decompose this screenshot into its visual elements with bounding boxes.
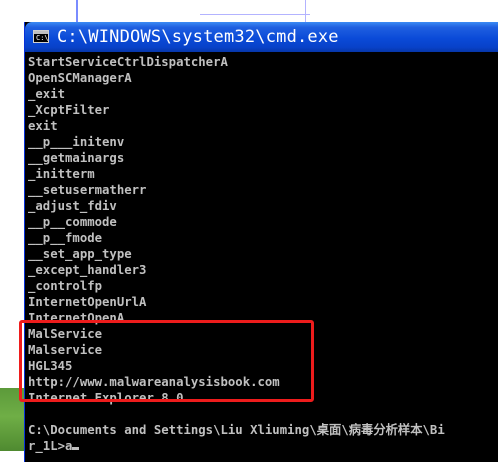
cmd-icon[interactable]: C:\ [33, 30, 49, 43]
title-bar[interactable]: C:\ C:\WINDOWS\system32\cmd.exe [25, 22, 498, 52]
console-line: __p__commode [28, 215, 117, 229]
console-line: _XcptFilter [28, 103, 110, 117]
console-line: __getmainargs [28, 151, 125, 165]
console-line: _adjust_fdiv [28, 199, 117, 213]
console-output[interactable]: StartServiceCtrlDispatcherA OpenSCManage… [28, 54, 498, 454]
console-line: _initterm [28, 167, 95, 181]
console-line: HGL345 [28, 359, 73, 373]
console-line: http://www.malwareanalysisbook.com [28, 375, 280, 389]
console-line: Internet Explorer 8.0 [28, 391, 184, 405]
console-line: OpenSCManagerA [28, 71, 132, 85]
console-line: exit [28, 119, 58, 133]
prompt-input-line[interactable]: r_1L>a [28, 438, 498, 454]
console-line: InternetOpenA [28, 311, 125, 325]
window-title: C:\WINDOWS\system32\cmd.exe [57, 27, 339, 47]
console-line: _exit [28, 87, 66, 101]
console-line: _except_handler3 [28, 263, 147, 277]
background-line [305, 0, 306, 22]
background-line [200, 14, 310, 15]
console-line: __p___initenv [28, 135, 125, 149]
console-line: StartServiceCtrlDispatcherA [28, 55, 228, 69]
console-line: __setusermatherr [28, 183, 147, 197]
console-line: __p__fmode [28, 231, 103, 245]
cmd-window[interactable]: C:\ C:\WINDOWS\system32\cmd.exe StartSer… [24, 22, 498, 462]
cmd-icon-glyph: C:\ [36, 34, 49, 42]
console-line: Malservice [28, 343, 103, 357]
desktop: C:\ C:\WINDOWS\system32\cmd.exe StartSer… [0, 0, 498, 462]
console-line: MalService [28, 327, 103, 341]
desktop-wallpaper [0, 388, 24, 451]
console-line: InternetOpenUrlA [28, 295, 147, 309]
console-line: __set_app_type [28, 247, 132, 261]
text-cursor [72, 447, 80, 450]
background-line [76, 0, 78, 22]
console-line: _controlfp [28, 279, 103, 293]
prompt-line: C:\Documents and Settings\Liu Xliuming\桌… [28, 423, 445, 437]
